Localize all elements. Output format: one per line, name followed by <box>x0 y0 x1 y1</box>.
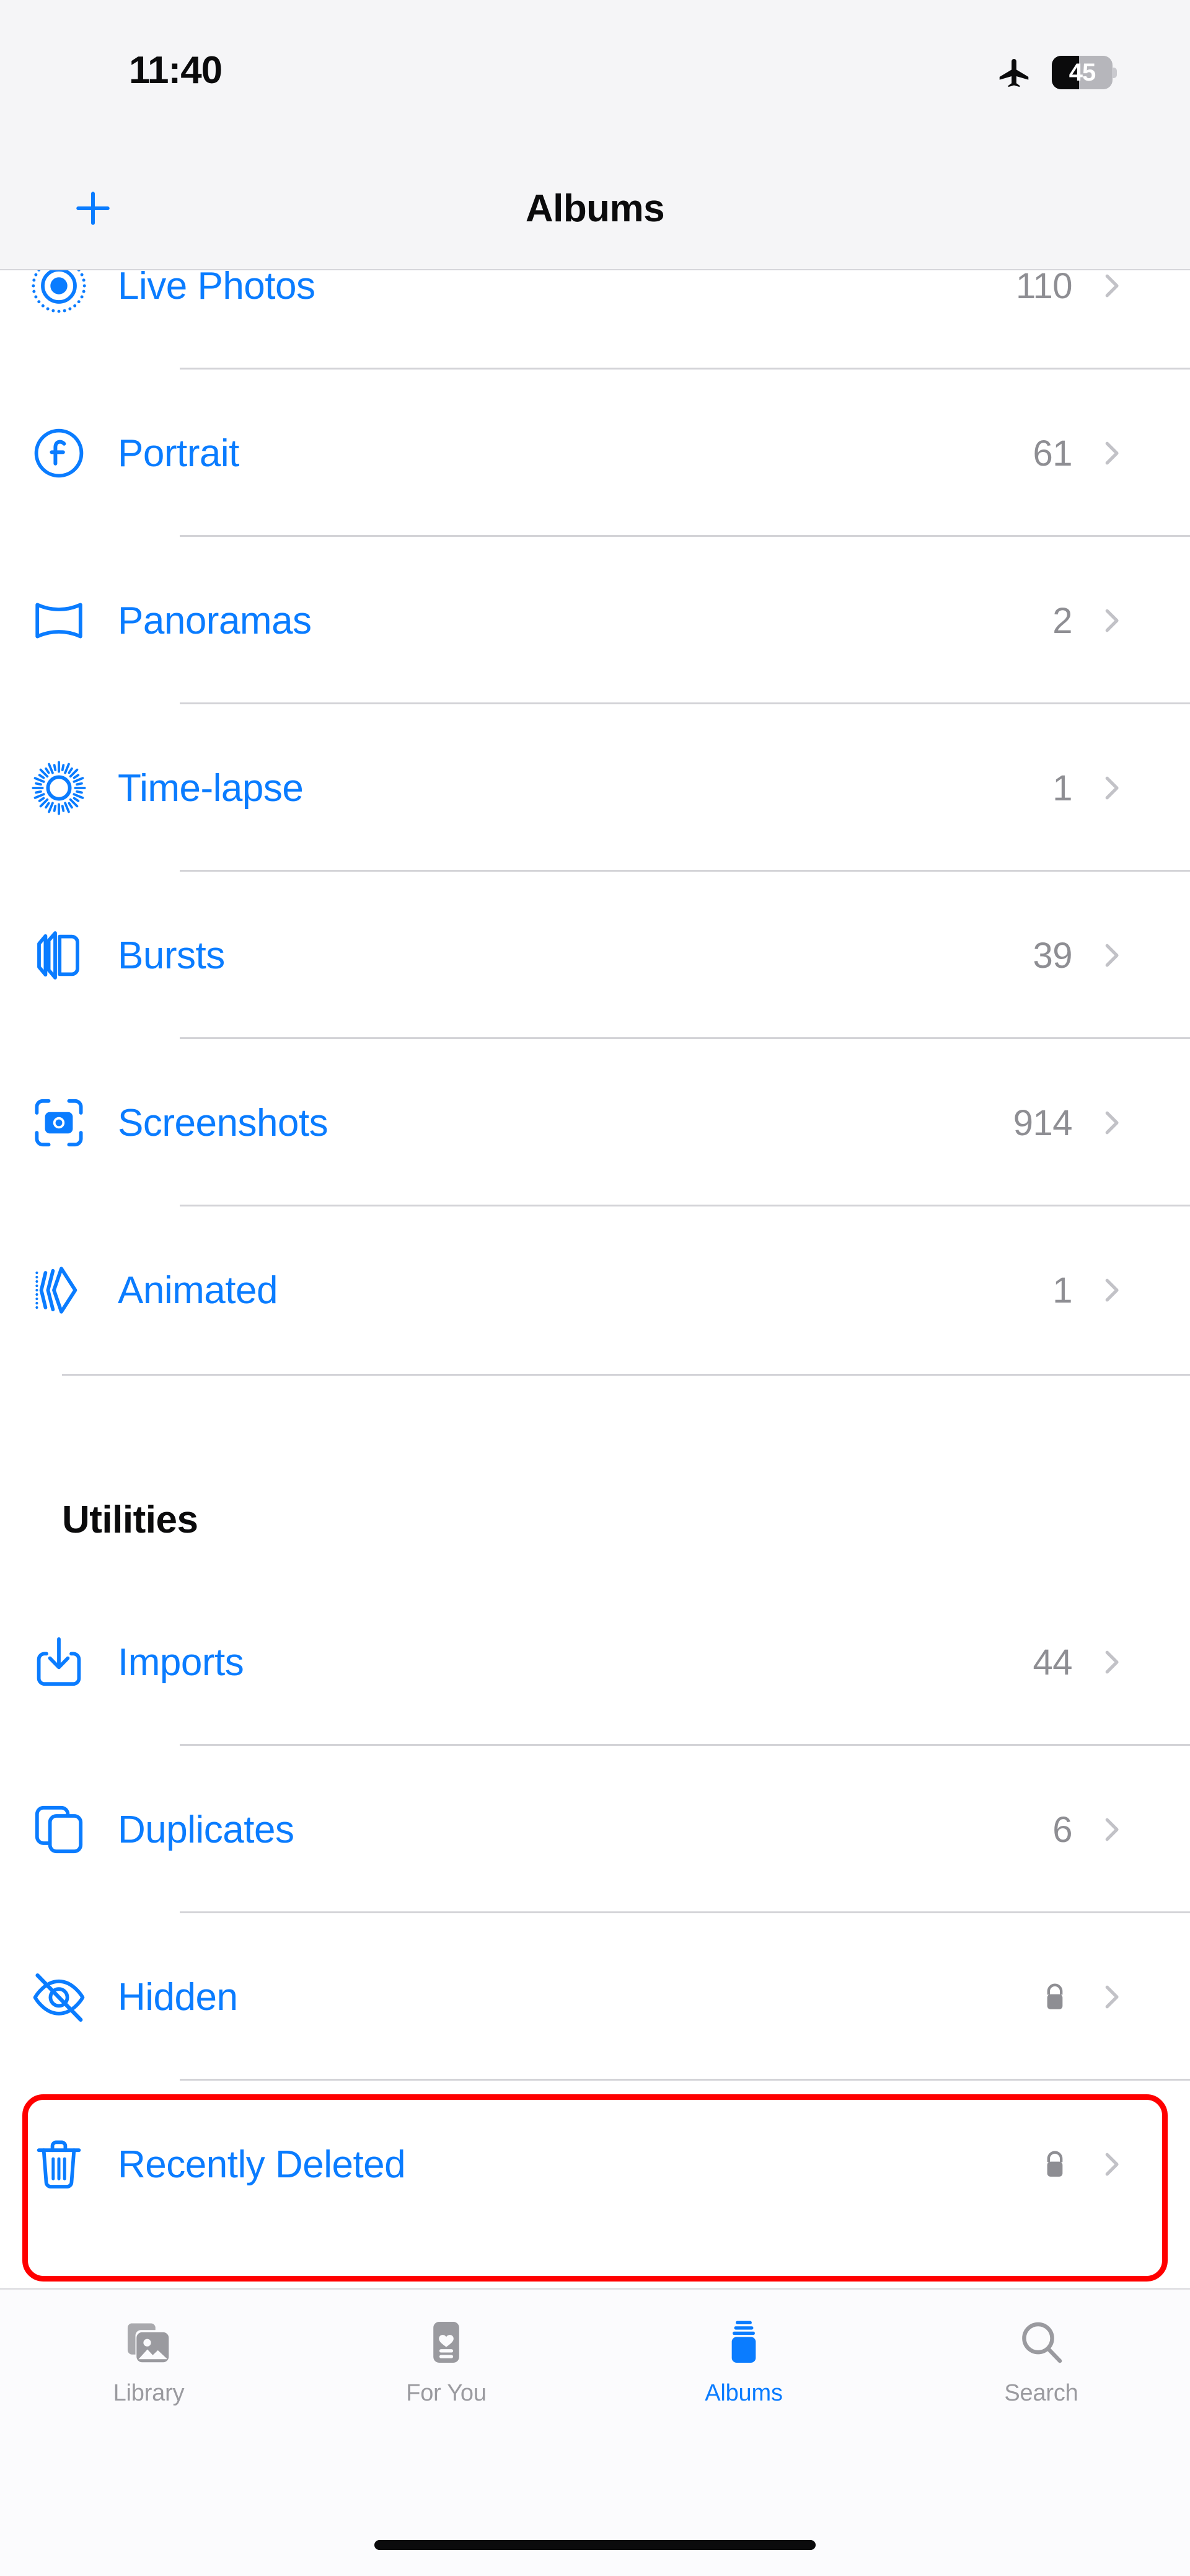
album-row-label: Duplicates <box>118 1808 294 1851</box>
heart-card-icon <box>433 2322 459 2363</box>
album-row-count: 39 <box>1033 935 1072 976</box>
tab-search-label: Search <box>1004 2380 1078 2406</box>
album-row-label: Hidden <box>118 1975 238 2019</box>
album-row-count: 44 <box>1033 1642 1072 1683</box>
status-bar-time: 11:40 <box>129 49 223 92</box>
chevron-right-icon <box>1095 1273 1128 1307</box>
album-row-count: 1 <box>1052 1270 1072 1311</box>
battery-icon: 45 <box>1052 56 1117 89</box>
battery-percent-label: 45 <box>1069 58 1096 86</box>
albums-book-icon <box>731 2321 756 2363</box>
tab-library[interactable]: Library <box>0 2290 298 2407</box>
album-row-count: 110 <box>1016 270 1072 306</box>
lock-icon <box>1047 1983 1063 2009</box>
album-row-duplicates[interactable]: Duplicates 6 <box>0 1746 1190 1913</box>
chevron-right-icon <box>1105 274 1119 298</box>
chevron-right-icon <box>1095 436 1128 470</box>
tab-albums[interactable]: Albums <box>595 2290 892 2407</box>
section-divider <box>0 1374 1190 1461</box>
albums-list[interactable]: Live Photos 110 Portrait 61 Panoramas 2 <box>0 270 1190 2288</box>
album-row-count: 6 <box>1052 1809 1072 1850</box>
album-row-label: Bursts <box>118 934 225 977</box>
chevron-right-icon <box>1105 2153 1119 2176</box>
chevron-right-icon <box>1095 1106 1128 1140</box>
panorama-icon <box>0 591 118 650</box>
album-row-label: Panoramas <box>118 599 312 642</box>
chevron-right-icon <box>1105 1985 1119 2009</box>
chevron-right-icon <box>1105 776 1119 800</box>
status-bar: 11:40 45 <box>0 0 1190 146</box>
chevron-right-icon <box>1095 270 1128 303</box>
tab-albums-label: Albums <box>705 2380 783 2406</box>
album-row-portrait[interactable]: Portrait 61 <box>0 370 1190 537</box>
album-row-count: 1 <box>1052 768 1072 808</box>
photo-stack-icon <box>127 2323 169 2363</box>
chevron-right-icon <box>1095 939 1128 972</box>
album-row-hidden[interactable]: Hidden <box>0 1913 1190 2081</box>
live-photos-icon <box>0 270 118 316</box>
album-row-recently-deleted[interactable]: Recently Deleted <box>0 2081 1190 2248</box>
utilities-section-header: Utilities <box>0 1461 1190 1578</box>
chevron-right-icon <box>1105 1650 1119 1674</box>
album-row-imports[interactable]: Imports 44 <box>0 1578 1190 1746</box>
eye-slash-icon <box>0 1967 118 2027</box>
airplane-mode-icon <box>995 53 1033 92</box>
lock-icon <box>1039 2148 1071 2180</box>
status-bar-indicators: 45 <box>995 53 1117 92</box>
album-row-label: Imports <box>118 1640 244 1684</box>
navigation-bar: Albums <box>0 146 1190 270</box>
page-title: Albums <box>525 187 665 230</box>
tab-search[interactable]: Search <box>892 2290 1190 2407</box>
album-row-label: Screenshots <box>118 1101 328 1144</box>
album-row-label: Live Photos <box>118 270 315 308</box>
portrait-f-icon <box>0 423 118 483</box>
album-row-label: Portrait <box>118 432 239 475</box>
tab-for-you-label: For You <box>406 2380 487 2406</box>
chevron-right-icon <box>1095 1645 1128 1679</box>
chevron-right-icon <box>1105 1278 1119 1302</box>
chevron-right-icon <box>1105 944 1119 967</box>
bursts-icon <box>0 926 118 985</box>
album-row-animated[interactable]: Animated 1 <box>0 1206 1190 1374</box>
animated-icon <box>0 1260 118 1320</box>
album-row-bursts[interactable]: Bursts 39 <box>0 872 1190 1039</box>
chevron-right-icon <box>1095 1813 1128 1846</box>
lock-icon <box>1039 1981 1071 2013</box>
chevron-right-icon <box>1095 771 1128 805</box>
album-row-label: Recently Deleted <box>118 2143 406 2186</box>
tab-bar: Library For You Albums Search <box>0 2288 1190 2576</box>
album-row-count: 914 <box>1013 1102 1073 1143</box>
home-indicator <box>374 2540 816 2550</box>
chevron-right-icon <box>1095 2148 1128 2181</box>
tab-library-label: Library <box>113 2380 185 2406</box>
duplicates-icon <box>0 1800 118 1859</box>
album-row-label: Time-lapse <box>118 766 304 810</box>
magnifier-icon <box>1022 2322 1062 2363</box>
chevron-right-icon <box>1095 604 1128 637</box>
lock-icon <box>1047 2151 1063 2177</box>
chevron-right-icon <box>1105 1818 1119 1841</box>
album-row-count: 2 <box>1052 600 1072 641</box>
album-row-panoramas[interactable]: Panoramas 2 <box>0 537 1190 704</box>
chevron-right-icon <box>1105 441 1119 465</box>
trash-icon <box>0 2135 118 2194</box>
imports-icon <box>0 1632 118 1692</box>
timelapse-icon <box>0 758 118 818</box>
chevron-right-icon <box>1095 1980 1128 2014</box>
screenshots-icon <box>0 1093 118 1153</box>
chevron-right-icon <box>1105 1111 1119 1135</box>
album-row-screenshots[interactable]: Screenshots 914 <box>0 1039 1190 1206</box>
album-row-count: 61 <box>1033 433 1072 474</box>
album-row-time-lapse[interactable]: Time-lapse 1 <box>0 704 1190 872</box>
tab-for-you[interactable]: For You <box>298 2290 595 2407</box>
album-row-label: Animated <box>118 1268 278 1312</box>
chevron-right-icon <box>1105 609 1119 632</box>
photos-albums-screen: 11:40 45 Albums Live Photos 110 Portrait… <box>0 0 1190 2576</box>
album-row-live-photos[interactable]: Live Photos 110 <box>0 270 1190 370</box>
